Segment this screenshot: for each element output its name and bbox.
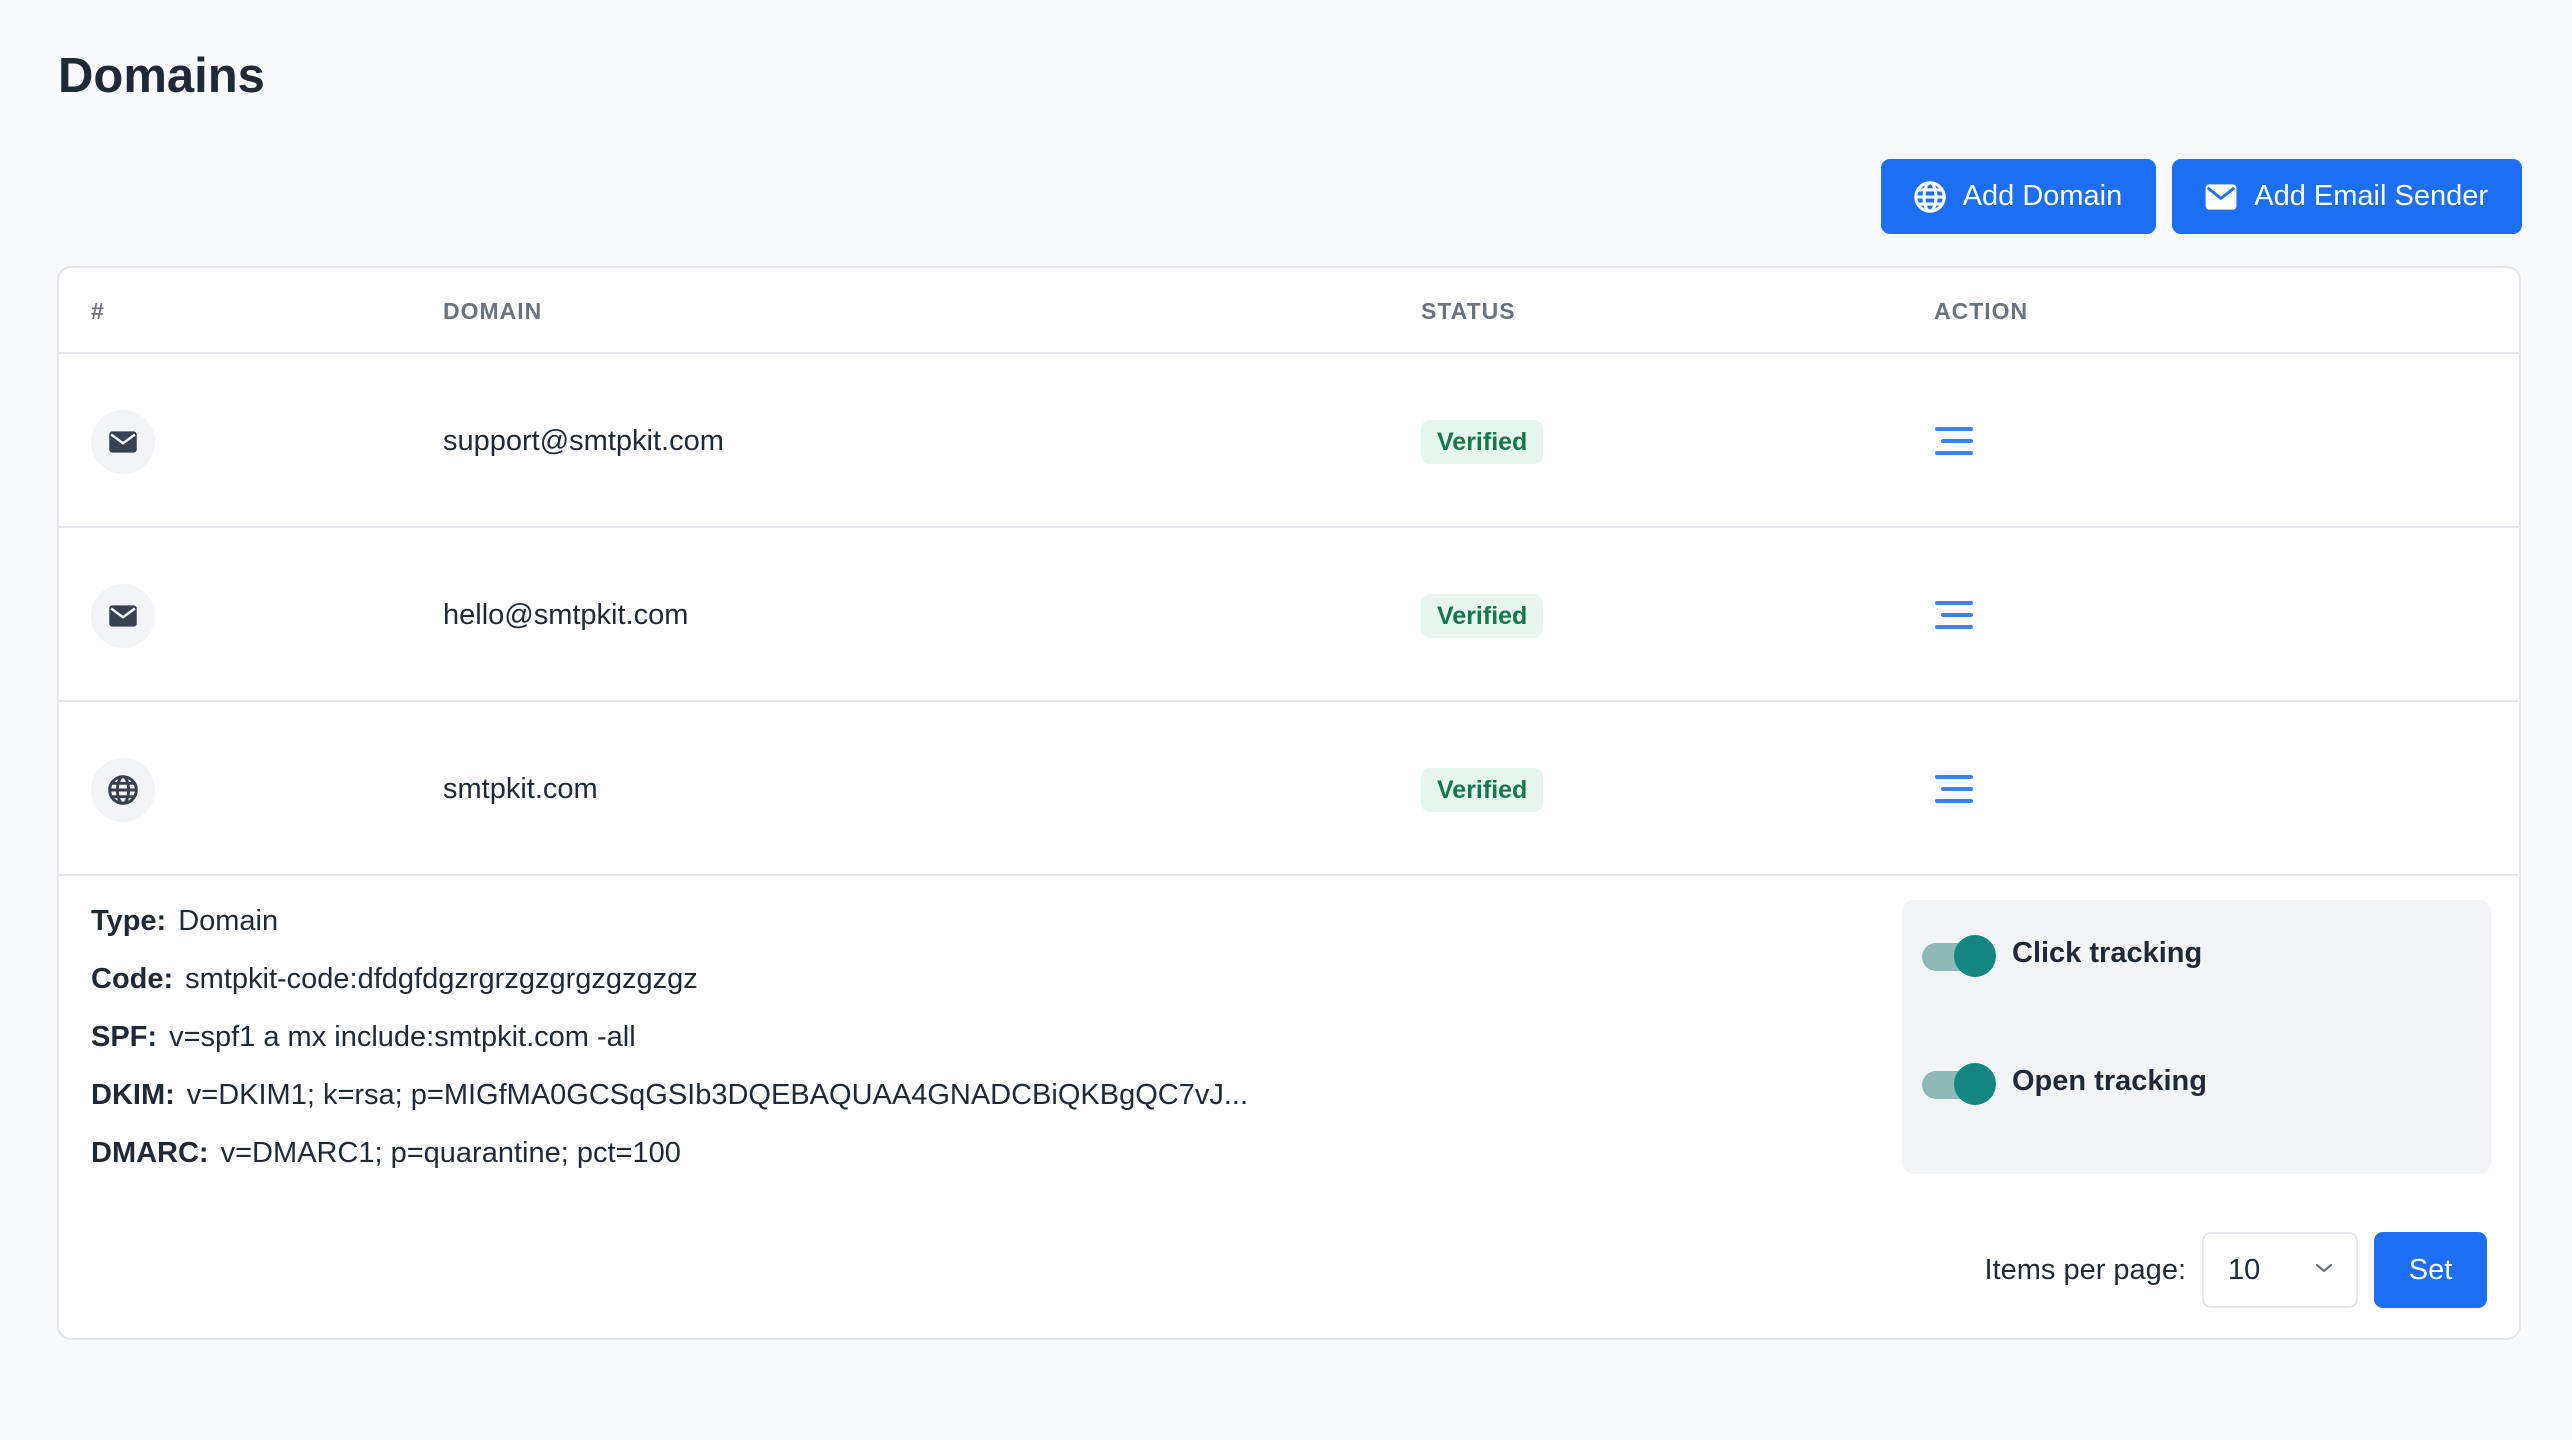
menu-icon xyxy=(1934,773,1974,808)
column-header-status: STATUS xyxy=(1421,298,1516,324)
status-badge: Verified xyxy=(1421,420,1544,464)
detail-code-label: Code: xyxy=(91,963,174,995)
menu-icon xyxy=(1934,425,1974,460)
detail-spf: SPF: v=spf1 a mx include:smtpkit.com -all xyxy=(91,1020,1248,1078)
click-tracking-toggle[interactable] xyxy=(1922,935,1996,977)
domain-details: Type: Domain Code: smtpkit-code:dfdgfdgzrg… xyxy=(91,904,1248,1194)
row-menu-button[interactable] xyxy=(1931,594,1977,638)
pagination: Items per page: 10 Set xyxy=(1984,1232,2487,1308)
row-menu-button[interactable] xyxy=(1931,420,1977,464)
row-menu-button[interactable] xyxy=(1931,768,1977,812)
detail-code-value: smtpkit-code:dfdgfdgzrgrzgzgrgzgzgzgz xyxy=(185,963,698,995)
status-badge: Verified xyxy=(1421,594,1544,638)
detail-type: Type: Domain xyxy=(91,904,1248,962)
chevron-down-icon xyxy=(2314,1261,2334,1279)
menu-icon xyxy=(1934,599,1974,634)
globe-icon xyxy=(91,758,155,822)
column-header-number: # xyxy=(91,298,105,324)
toggle-knob xyxy=(1954,1063,1996,1105)
table-row: hello@smtpkit.com Verified xyxy=(59,528,2519,702)
table-row: support@smtpkit.com Verified xyxy=(59,354,2519,528)
page-title: Domains xyxy=(58,49,265,103)
envelope-icon xyxy=(91,410,155,474)
status-badge: Verified xyxy=(1421,768,1544,812)
items-per-page-value: 10 xyxy=(2228,1253,2261,1286)
row-domain: smtpkit.com xyxy=(443,773,598,805)
globe-icon xyxy=(1913,180,1947,214)
envelope-icon xyxy=(2204,183,2238,211)
column-header-action: ACTION xyxy=(1934,298,2029,324)
column-header-domain: DOMAIN xyxy=(443,298,543,324)
table-row: smtpkit.com Verified xyxy=(59,702,2519,876)
toolbar: Add Domain Add Email Sender xyxy=(1880,159,2522,234)
tracking-panel: Click tracking Open tracking xyxy=(1902,900,2491,1174)
set-button[interactable]: Set xyxy=(2374,1232,2487,1308)
detail-spf-label: SPF: xyxy=(91,1021,158,1053)
detail-spf-value: v=spf1 a mx include:smtpkit.com -all xyxy=(169,1021,636,1053)
detail-type-label: Type: xyxy=(91,905,167,937)
open-tracking-toggle[interactable] xyxy=(1922,1063,1996,1105)
add-domain-button[interactable]: Add Domain xyxy=(1880,159,2157,234)
click-tracking-row: Click tracking xyxy=(1922,935,2203,977)
detail-dmarc: DMARC: v=DMARC1; p=quarantine; pct=100 xyxy=(91,1136,1248,1194)
items-per-page-label: Items per page: xyxy=(1984,1253,2187,1286)
add-email-sender-button[interactable]: Add Email Sender xyxy=(2172,159,2522,234)
table-header: # DOMAIN STATUS ACTION xyxy=(59,268,2519,354)
row-domain: hello@smtpkit.com xyxy=(443,599,689,631)
detail-dmarc-value: v=DMARC1; p=quarantine; pct=100 xyxy=(220,1137,681,1169)
add-email-sender-label: Add Email Sender xyxy=(2254,180,2488,212)
detail-dkim: DKIM: v=DKIM1; k=rsa; p=MIGfMA0GCSqGSIb3D… xyxy=(91,1078,1248,1136)
toggle-knob xyxy=(1954,935,1996,977)
open-tracking-row: Open tracking xyxy=(1922,1063,2207,1105)
detail-dkim-label: DKIM: xyxy=(91,1079,175,1111)
items-per-page-select[interactable]: 10 xyxy=(2202,1232,2358,1308)
add-domain-label: Add Domain xyxy=(1962,180,2123,212)
domains-card: # DOMAIN STATUS ACTION support@smtpkit.c… xyxy=(57,266,2521,1340)
click-tracking-label: Click tracking xyxy=(2012,937,2203,969)
detail-dkim-value: v=DKIM1; k=rsa; p=MIGfMA0GCSqGSIb3DQEBAQ… xyxy=(186,1079,1249,1111)
detail-code: Code: smtpkit-code:dfdgfdgzrgrzgzgrgzgzgz… xyxy=(91,962,1248,1020)
open-tracking-label: Open tracking xyxy=(2012,1065,2207,1097)
envelope-icon xyxy=(91,584,155,648)
row-domain: support@smtpkit.com xyxy=(443,425,724,457)
detail-dmarc-label: DMARC: xyxy=(91,1137,209,1169)
detail-type-value: Domain xyxy=(178,905,279,937)
